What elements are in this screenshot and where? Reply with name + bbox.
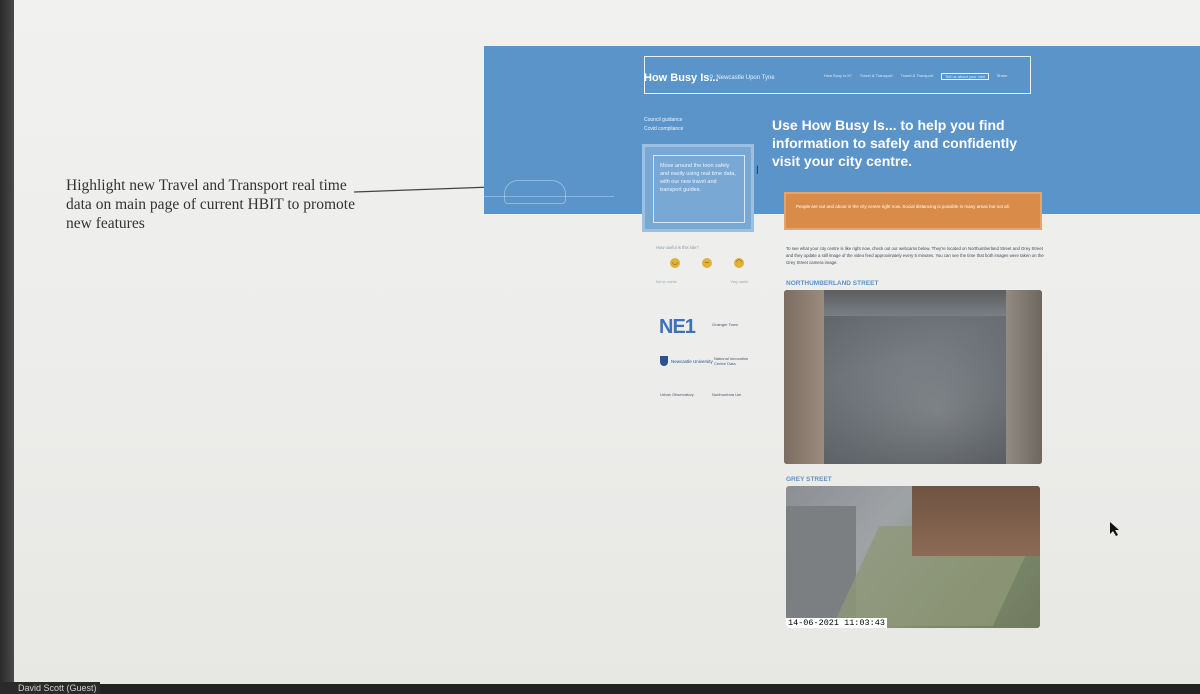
- car-icon: [504, 180, 566, 204]
- mouse-pointer-icon: [1110, 522, 1119, 536]
- link-council-guidance[interactable]: Council guidance: [644, 116, 683, 125]
- northumbria-logo: Northumbria Uni: [712, 392, 742, 397]
- cam-timestamp: 14-06-2021 11:03:43: [786, 618, 887, 628]
- cam1-background: [824, 290, 1006, 316]
- road-line: [484, 196, 614, 197]
- side-links: Council guidance Covid compliance: [644, 116, 683, 134]
- cam1-building-right: [1006, 290, 1042, 464]
- monitor-bezel-left: [0, 0, 14, 694]
- nav-item-travel[interactable]: Travel & Transport: [860, 73, 893, 80]
- nav-item-transport[interactable]: Travel & Transport: [901, 73, 934, 80]
- cam1-title: NORTHUMBERLAND STREET: [786, 280, 879, 287]
- site-nav: How Busy Is It? Travel & Transport Trave…: [824, 73, 1007, 80]
- monitor-bezel-bottom: [0, 684, 1200, 694]
- cam1-building-left: [784, 290, 824, 464]
- feedback-faces: ◡ – ◠: [670, 258, 744, 268]
- location-label: ⚲ Newcastle Upon Tyne: [709, 75, 775, 81]
- link-covid-compliance[interactable]: Covid compliance: [644, 125, 683, 134]
- travel-card-text: Move around the toon safely and easily u…: [660, 163, 736, 193]
- feedback-labels: Not so useful Very useful: [656, 280, 748, 284]
- urban-observatory-logo: Urban Observatory: [660, 392, 694, 397]
- participant-name: David Scott (Guest): [18, 683, 97, 693]
- nav-item-share[interactable]: Share: [997, 73, 1008, 80]
- frown-face-icon[interactable]: ◠: [734, 258, 744, 268]
- cam2-title: GREY STREET: [786, 476, 832, 483]
- travel-transport-card[interactable]: Move around the toon safely and easily u…: [642, 144, 754, 232]
- shared-screen: Highlight new Travel and Transport real …: [14, 0, 1200, 684]
- hero-banner: How Busy Is... ⚲ Newcastle Upon Tyne How …: [484, 46, 1200, 214]
- status-banner: People are out and about in the city cen…: [784, 192, 1042, 230]
- grainger-town-logo: Grainger Town: [712, 322, 738, 327]
- site-logo[interactable]: How Busy Is...: [644, 72, 719, 84]
- grey-street-webcam: 14-06-2021 11:03:43: [786, 486, 1040, 628]
- cam2-building: [912, 486, 1040, 556]
- newcastle-university-logo: Newcastle University: [660, 356, 713, 366]
- location-pin-icon: ⚲: [709, 75, 714, 81]
- nav-item-how-busy[interactable]: How Busy Is It?: [824, 73, 852, 80]
- feedback-high-label: Very useful: [730, 280, 748, 284]
- feedback-low-label: Not so useful: [656, 280, 677, 284]
- neutral-face-icon[interactable]: –: [702, 258, 712, 268]
- smile-face-icon[interactable]: ◡: [670, 258, 680, 268]
- nic-data-logo: National Innovation Centre Data: [714, 356, 749, 366]
- travel-card-frame: Move around the toon safely and easily u…: [653, 155, 745, 223]
- feedback-question: How useful is this site?: [656, 245, 699, 250]
- hero-title: Use How Busy Is... to help you find info…: [772, 117, 1018, 169]
- university-shield-icon: [660, 356, 668, 366]
- webcam-intro: To see what your city centre is like rig…: [786, 246, 1044, 265]
- ne1-logo: NE1: [659, 316, 696, 338]
- text-cursor-icon: ꟾ: [756, 166, 759, 176]
- northumberland-street-webcam: [784, 290, 1042, 464]
- nav-item-tell-us[interactable]: Tell us about your visit: [941, 73, 989, 80]
